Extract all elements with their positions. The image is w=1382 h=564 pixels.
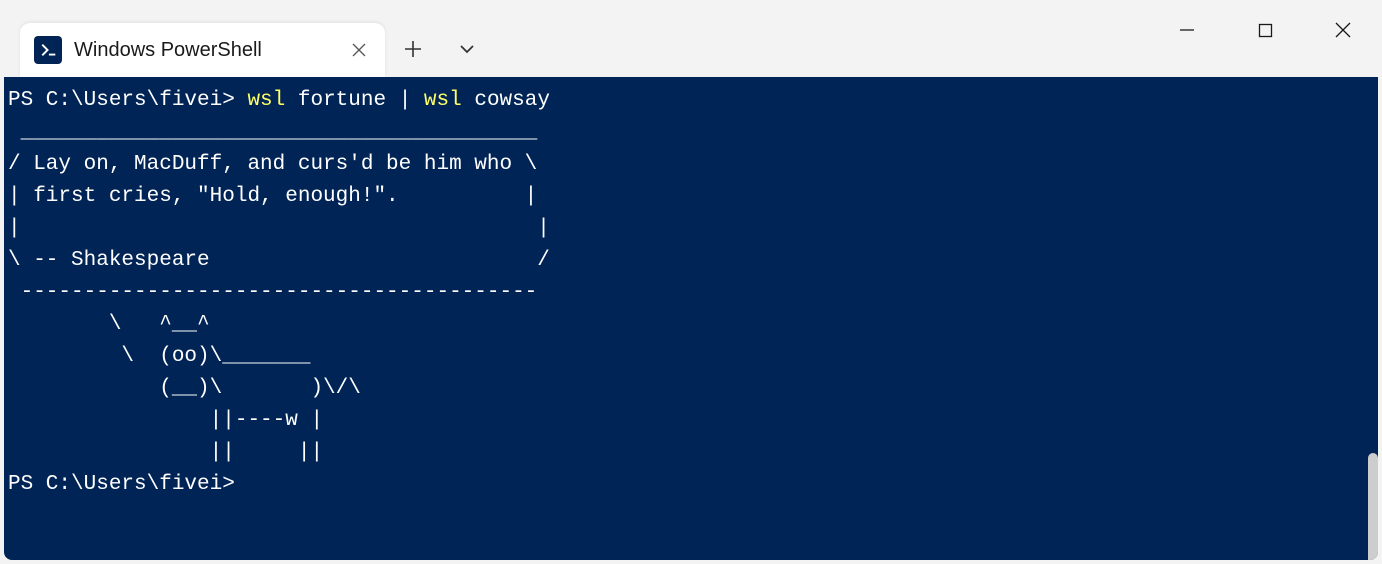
tab-title: Windows PowerShell [74,39,335,62]
tab-powershell[interactable]: Windows PowerShell [20,23,385,77]
tab-actions [395,31,485,67]
window-controls [1148,0,1382,60]
tab-dropdown-button[interactable] [449,31,485,67]
command-line: wsl fortune | wsl cowsay [247,89,550,112]
minimize-button[interactable] [1148,0,1226,60]
terminal-content: PS C:\Users\fivei> wsl fortune | wsl cow… [8,85,1378,501]
terminal-output: ________________________________________… [8,121,550,464]
powershell-icon [34,36,62,64]
prompt-1: PS C:\Users\fivei> [8,89,247,112]
new-tab-button[interactable] [395,31,431,67]
scrollbar-thumb[interactable] [1368,453,1378,560]
tab-close-button[interactable] [347,38,371,62]
prompt-2: PS C:\Users\fivei> [8,473,235,496]
titlebar: Windows PowerShell [0,0,1382,77]
terminal-area[interactable]: PS C:\Users\fivei> wsl fortune | wsl cow… [4,77,1378,560]
maximize-button[interactable] [1226,0,1304,60]
close-window-button[interactable] [1304,0,1382,60]
